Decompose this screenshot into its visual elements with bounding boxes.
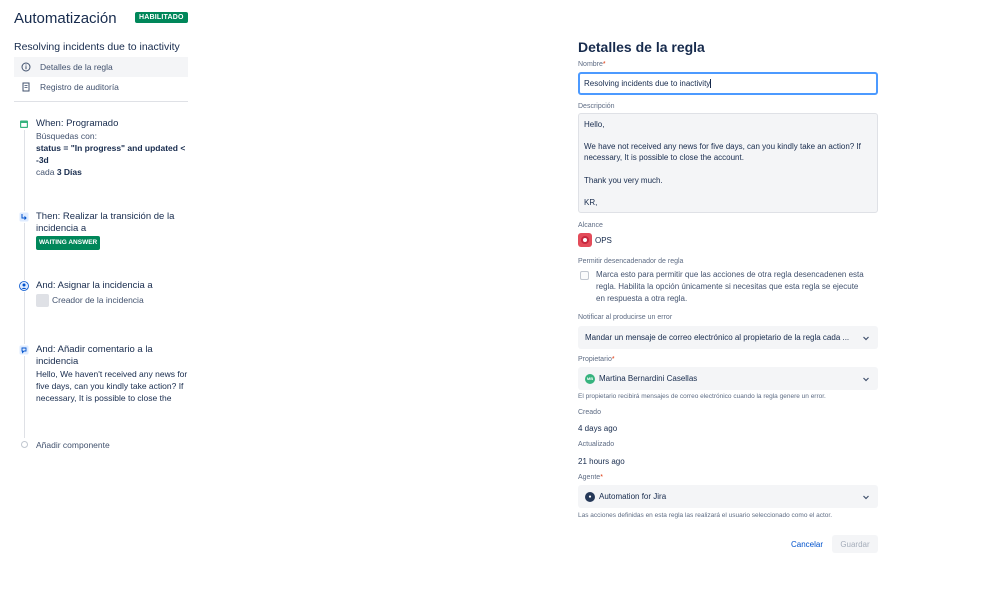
trigger-step[interactable]: When: Programado Búsquedas con: status =… (18, 118, 188, 178)
chevron-down-icon (861, 492, 871, 502)
status-badge: HABILITADO (135, 12, 188, 23)
step-title-cont: incidencia a (36, 223, 87, 234)
agent-label: Agente* (578, 474, 603, 481)
info-icon (20, 61, 32, 73)
updated-value: 21 hours ago (578, 457, 625, 466)
checkbox-description: Marca esto para permitir que las accione… (596, 270, 864, 279)
owner-label: Propietario* (578, 356, 615, 363)
assignee-name: Creador de la incidencia (52, 295, 144, 305)
agent-helper-text: Las acciones definidas en esta regla las… (578, 512, 833, 519)
created-value: 4 days ago (578, 424, 618, 433)
step-frequency-value: 3 Días (56, 167, 82, 177)
checkbox-description: regla. Habilita la opción únicamente si … (596, 282, 859, 291)
step-frequency-prefix: cada (36, 167, 55, 177)
document-icon (20, 81, 32, 93)
calendar-icon (18, 118, 30, 130)
transition-status-badge: WAITING ANSWER (36, 236, 101, 250)
trigger-label: Permitir desencadenador de regla (578, 258, 684, 265)
nav-item-audit-log[interactable]: Registro de auditoría (14, 77, 188, 97)
step-query-cont: -3d (36, 155, 49, 165)
comment-icon (18, 344, 30, 356)
automation-icon: ● (585, 491, 595, 502)
avatar (36, 294, 49, 308)
cancel-button[interactable]: Cancelar (788, 535, 826, 553)
step-title: Then: Realizar la transición de la (36, 211, 175, 222)
description-textarea[interactable]: Hello, We have not received any news for… (578, 113, 878, 213)
updated-label: Actualizado (578, 441, 615, 448)
step-title: And: Asignar la incidencia a (36, 280, 153, 291)
details-title: Detalles de la regla (578, 39, 705, 55)
nav-item-label: Registro de auditoría (40, 82, 119, 92)
transition-icon (18, 211, 30, 223)
save-button[interactable]: Guardar (832, 535, 878, 553)
assign-step[interactable]: And: Asignar la incidencia a Creador de … (18, 280, 188, 308)
add-component-dot (21, 441, 28, 448)
step-title: And: Añadir comentario a la (36, 344, 153, 355)
step-title-cont: incidencia (36, 356, 79, 367)
comment-preview-line: Hello, We haven't received any news for (36, 369, 188, 379)
add-component-button[interactable]: Añadir componente (36, 440, 110, 450)
rule-name-heading: Resolving incidents due to inactivity (14, 41, 180, 53)
nav-item-rule-details[interactable]: Detalles de la regla (14, 57, 188, 77)
name-input[interactable]: Resolving incidents due to inactivity (578, 72, 878, 95)
allow-trigger-checkbox[interactable] (580, 271, 589, 280)
chevron-down-icon (861, 374, 871, 384)
chevron-down-icon (861, 333, 871, 343)
nav-item-label: Detalles de la regla (40, 62, 113, 72)
step-query: status = "In progress" and updated < (36, 143, 186, 153)
step-line: Búsquedas con: (36, 131, 97, 141)
allow-trigger-option[interactable]: Marca esto para permitir que las accione… (580, 269, 878, 305)
sidebar-divider (14, 101, 188, 102)
comment-preview-line: five days, can you kindly take action? I… (36, 381, 184, 391)
notify-select[interactable]: Mandar un mensaje de correo electrónico … (578, 326, 878, 349)
name-label: Nombre* (578, 61, 606, 68)
avatar: MB (585, 373, 595, 384)
owner-select[interactable]: MB Martina Bernardini Casellas (578, 367, 878, 390)
page-title: Automatización (14, 10, 117, 27)
comment-preview-line: necessary, It is possible to close the (36, 393, 172, 403)
description-label: Descripción (578, 103, 615, 110)
created-label: Creado (578, 409, 601, 416)
step-title: When: Programado (36, 118, 119, 129)
owner-helper-text: El propietario recibirá mensajes de corr… (578, 393, 826, 400)
agent-select[interactable]: ● Automation for Jira (578, 485, 878, 508)
user-icon (18, 280, 30, 292)
scope-value: OPS (578, 233, 612, 247)
project-logo-icon (578, 233, 592, 247)
checkbox-description: en respuesta a otra regla. (596, 294, 688, 303)
scope-label: Alcance (578, 222, 603, 229)
transition-step[interactable]: Then: Realizar la transición de la incid… (18, 211, 188, 250)
comment-step[interactable]: And: Añadir comentario a la incidencia H… (18, 344, 188, 404)
notify-label: Notificar al producirse un error (578, 314, 673, 321)
